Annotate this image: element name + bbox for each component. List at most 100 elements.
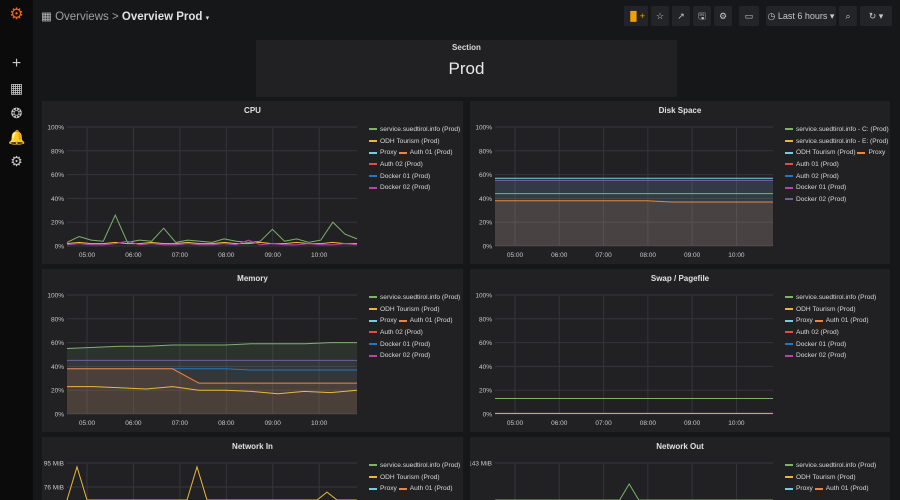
graph-panel-network-out[interactable]: Network Out 143 MiB service.suedtirol.info… (470, 437, 890, 500)
legend-item[interactable]: Auth 01 (Prod) (398, 149, 453, 156)
legend-item[interactable]: Docker 02 (Prod) (785, 352, 846, 359)
dashboards-icon[interactable]: ▦ (8, 80, 25, 97)
legend-label: Docker 02 (Prod) (796, 196, 847, 204)
legend-item[interactable]: Proxy (857, 149, 885, 156)
graph-panel-cpu[interactable]: CPU 100% 80% 60% 40% 20% 0% 05:00 06:00 07:00 08:0… (42, 101, 463, 264)
legend-label: Auth 02 (Prod) (796, 172, 839, 180)
legend-item[interactable]: ODH Tourism (Prod) (785, 149, 857, 156)
legend-item[interactable]: Docker 01 (Prod) (369, 341, 430, 348)
graph-panel-network-in[interactable]: Network In 95 MiB 76 MiB service.suedtirol.… (42, 437, 463, 500)
legend-swatch (785, 475, 793, 478)
legend-row: Docker 02 (Prod) (369, 352, 460, 364)
legend-item[interactable]: Auth 02 (Prod) (785, 329, 839, 336)
legend-row: Proxy Auth 01 (Prod) (369, 485, 460, 497)
legend-row: ODH Tourism (Prod) (785, 306, 876, 318)
legend-label: Proxy (868, 149, 886, 157)
legend-item[interactable]: Proxy (785, 485, 815, 492)
legend-item[interactable]: Proxy (785, 317, 815, 324)
legend-swatch (369, 354, 377, 357)
refresh-button[interactable]: ↻ ▾ (860, 6, 892, 26)
zoom-out-button[interactable]: ⌕ (839, 6, 857, 26)
breadcrumb: ▦ Overviews > Overview Prod ▾ (41, 9, 209, 23)
legend-swatch (785, 296, 793, 299)
breadcrumb-folder[interactable]: Overviews (55, 11, 109, 23)
legend-item[interactable]: ODH Tourism (Prod) (785, 306, 856, 313)
settings-button[interactable]: ⚙ (714, 6, 732, 26)
legend-item[interactable]: Auth 02 (Prod) (369, 161, 423, 168)
graph-panel-disk-space[interactable]: Disk Space 100% 80% 60% 40% 20% 0% 05:00 06:00 07… (470, 101, 890, 264)
legend-item[interactable]: ODH Tourism (Prod) (785, 474, 856, 481)
legend-row: service.suedtirol.info (Prod) (369, 462, 460, 474)
graph-panel-swap-pagefile[interactable]: Swap / Pagefile 100% 80% 60% 40% 20% 0% 05:00 06… (470, 269, 890, 432)
y-tick-label: 20% (479, 220, 492, 227)
x-tick-label: 08:00 (640, 420, 657, 427)
legend-item[interactable]: ODH Tourism (Prod) (369, 306, 440, 313)
y-tick-label: 40% (479, 364, 492, 371)
legend-item[interactable]: Docker 01 (Prod) (785, 184, 846, 191)
legend-row: Docker 01 (Prod) (785, 184, 889, 196)
legend-label: ODH Tourism (Prod) (380, 305, 440, 313)
x-tick-label: 10:00 (728, 252, 745, 259)
legend-swatch (369, 139, 377, 142)
legend-item[interactable]: Docker 02 (Prod) (369, 184, 430, 191)
section-value: Prod (448, 59, 485, 78)
series-line (66, 213, 358, 243)
chevron-down-icon[interactable]: ▾ (206, 15, 210, 22)
legend-item[interactable]: ODH Tourism (Prod) (369, 474, 440, 481)
plus-icon[interactable]: + (8, 55, 25, 72)
legend-item[interactable]: service.suedtirol.info (Prod) (369, 126, 460, 133)
legend-item[interactable]: Auth 01 (Prod) (398, 317, 453, 324)
graph-panel-memory[interactable]: Memory 100% 80% 60% 40% 20% 0% 05:00 06:00 07:00 0… (42, 269, 463, 432)
y-tick-label: 95 MiB (44, 461, 64, 468)
legend-item[interactable]: Proxy (369, 149, 399, 156)
legend-swatch (369, 296, 377, 299)
add-panel-button[interactable]: ▐▌+ (624, 6, 648, 26)
legend-item[interactable]: Proxy (369, 317, 399, 324)
legend-swatch (785, 331, 793, 334)
share-button[interactable]: ↗ (672, 6, 690, 26)
legend-item[interactable]: Proxy (369, 485, 399, 492)
legend-swatch (369, 475, 377, 478)
legend-item[interactable]: service.suedtirol.info (Prod) (785, 462, 876, 469)
gear-icon[interactable]: ⚙ (8, 153, 25, 170)
legend-item[interactable]: Auth 01 (Prod) (398, 485, 453, 492)
legend-item[interactable]: service.suedtirol.info (Prod) (369, 462, 460, 469)
dashboard-title[interactable]: Overview Prod (122, 11, 203, 23)
legend-item[interactable]: service.suedtirol.info (Prod) (785, 294, 876, 301)
y-tick-label: 40% (51, 196, 64, 203)
legend-item[interactable]: ODH Tourism (Prod) (369, 138, 440, 145)
legend-label: ODH Tourism (Prod) (796, 473, 856, 481)
legend-row: ODH Tourism (Prod) Proxy (785, 149, 889, 161)
legend-swatch (814, 319, 823, 322)
grafana-logo[interactable]: ⚙ (8, 6, 25, 23)
x-tick-label: 09:00 (684, 252, 701, 259)
legend-item[interactable]: service.suedtirol.info - E: (Prod) (785, 138, 888, 145)
legend-row: Docker 02 (Prod) (785, 352, 876, 364)
legend: service.suedtirol.info (Prod) ODH Touris… (785, 294, 876, 364)
save-button[interactable]: 🖫 (693, 6, 711, 26)
time-picker[interactable]: ◷ Last 6 hours ▾ (766, 6, 836, 26)
legend-item[interactable]: Docker 02 (Prod) (785, 196, 846, 203)
tv-mode-button[interactable]: ▭ (739, 6, 759, 26)
legend-item[interactable]: Docker 01 (Prod) (785, 341, 846, 348)
legend-item[interactable]: Auth 02 (Prod) (369, 329, 423, 336)
legend-item[interactable]: Auth 01 (Prod) (814, 485, 869, 492)
legend-item[interactable]: Docker 02 (Prod) (369, 352, 430, 359)
legend-item[interactable]: service.suedtirol.info - C: (Prod) (785, 126, 889, 133)
legend-row: ODH Tourism (Prod) (369, 474, 460, 486)
legend-swatch (785, 139, 793, 142)
bell-icon[interactable]: 🔔 (8, 129, 25, 146)
legend-label: ODH Tourism (Prod) (796, 305, 856, 313)
legend-item[interactable]: Docker 01 (Prod) (369, 173, 430, 180)
legend-item[interactable]: service.suedtirol.info (Prod) (369, 294, 460, 301)
legend-item[interactable]: Auth 02 (Prod) (785, 173, 839, 180)
explore-icon[interactable]: ❂ (8, 105, 25, 122)
legend-label: service.suedtirol.info (Prod) (796, 294, 877, 301)
legend-item[interactable]: Auth 01 (Prod) (814, 317, 869, 324)
y-tick-label: 60% (479, 340, 492, 347)
legend-row: service.suedtirol.info - E: (Prod) (785, 138, 889, 150)
legend-item[interactable]: Auth 01 (Prod) (785, 161, 839, 168)
legend-swatch (369, 464, 377, 467)
star-button[interactable]: ☆ (651, 6, 669, 26)
legend-swatch (398, 151, 407, 154)
